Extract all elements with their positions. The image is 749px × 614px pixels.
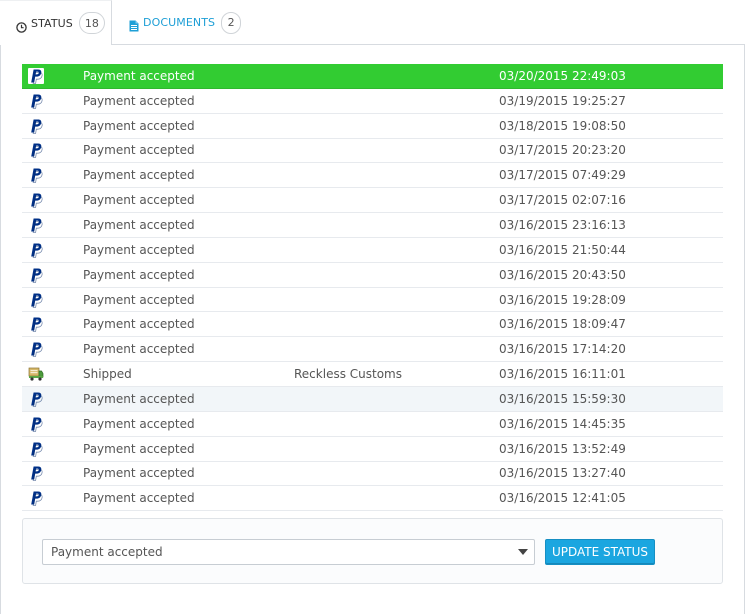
history-status: Payment accepted (83, 317, 195, 332)
paypal-icon (28, 337, 46, 361)
history-row: Payment accepted 03/16/2015 15:59:30 (22, 386, 723, 412)
history-row: Payment accepted 03/19/2015 19:25:27 (22, 89, 723, 114)
chevron-down-icon (518, 549, 528, 555)
history-date: 03/16/2015 14:45:35 (499, 416, 626, 431)
paypal-icon (28, 114, 46, 138)
history-status: Payment accepted (83, 193, 195, 208)
history-date: 03/16/2015 20:43:50 (499, 267, 626, 282)
status-history-table: Payment accepted 03/20/2015 22:49:03 Paym… (22, 64, 723, 512)
tab-documents[interactable]: DOCUMENTS 2 (113, 0, 243, 45)
history-row: Payment accepted 03/16/2015 18:09:47 (22, 312, 723, 338)
history-row: Payment accepted 03/20/2015 22:49:03 (22, 64, 723, 89)
history-status: Payment accepted (83, 217, 195, 232)
history-row: Payment accepted 03/17/2015 07:49:29 (22, 163, 723, 189)
document-icon (129, 17, 139, 31)
history-date: 03/16/2015 13:27:40 (499, 466, 626, 481)
history-status: Payment accepted (83, 342, 195, 357)
tab-documents-label: DOCUMENTS (143, 16, 216, 29)
paypal-icon (28, 263, 46, 287)
paypal-icon (28, 387, 46, 411)
history-status: Payment accepted (83, 68, 195, 83)
history-employee: Reckless Customs (294, 367, 402, 382)
history-status: Payment accepted (83, 143, 195, 158)
status-select-value: Payment accepted (51, 545, 163, 559)
history-date: 03/16/2015 23:16:13 (499, 217, 626, 232)
paypal-icon (28, 462, 46, 486)
history-status: Payment accepted (83, 466, 195, 481)
history-row: Payment accepted 03/17/2015 02:07:16 (22, 188, 723, 214)
history-date: 03/19/2015 19:25:27 (499, 93, 626, 108)
history-row: Payment accepted 03/16/2015 13:27:40 (22, 462, 723, 487)
history-row: Payment accepted 03/16/2015 14:45:35 (22, 412, 723, 437)
history-row: Payment accepted 03/16/2015 19:28:09 (22, 288, 723, 313)
status-count-badge: 18 (78, 12, 105, 34)
paypal-icon (28, 238, 46, 262)
paypal-icon (28, 139, 46, 163)
paypal-icon (28, 64, 46, 88)
history-date: 03/17/2015 02:07:16 (499, 193, 626, 208)
paypal-icon (28, 486, 46, 510)
history-status: Payment accepted (83, 441, 195, 456)
history-status: Payment accepted (83, 242, 195, 257)
history-date: 03/16/2015 15:59:30 (499, 391, 626, 406)
shipping-truck-icon (28, 362, 46, 386)
history-status: Payment accepted (83, 416, 195, 431)
tab-status[interactable]: STATUS 18 (0, 0, 112, 45)
order-status-panel: STATUS 18 DOCUMENTS 2 Payment accepted 0… (0, 0, 745, 614)
history-row: Payment accepted 03/18/2015 19:08:50 (22, 114, 723, 139)
history-status: Payment accepted (83, 292, 195, 307)
history-date: 03/17/2015 07:49:29 (499, 168, 626, 183)
history-row: Payment accepted 03/16/2015 12:41:05 (22, 486, 723, 512)
paypal-icon (28, 163, 46, 187)
history-row: Payment accepted 03/16/2015 21:50:44 (22, 238, 723, 263)
history-status: Payment accepted (83, 491, 195, 506)
status-select[interactable]: Payment accepted (42, 539, 535, 565)
clock-icon (16, 18, 27, 33)
history-date: 03/16/2015 16:11:01 (499, 367, 626, 382)
history-status: Payment accepted (83, 267, 195, 282)
history-status: Payment accepted (83, 118, 195, 133)
paypal-icon (28, 437, 46, 461)
paypal-icon (28, 288, 46, 312)
history-row: Payment accepted 03/16/2015 23:16:13 (22, 213, 723, 238)
tab-bar: STATUS 18 DOCUMENTS 2 (0, 0, 745, 45)
update-status-form: Payment accepted UPDATE STATUS (22, 518, 723, 584)
history-status: Payment accepted (83, 168, 195, 183)
history-date: 03/16/2015 19:28:09 (499, 292, 626, 307)
update-status-button[interactable]: UPDATE STATUS (545, 539, 655, 565)
documents-count-badge: 2 (221, 11, 242, 34)
history-row: Payment accepted 03/16/2015 20:43:50 (22, 263, 723, 288)
paypal-icon (28, 213, 46, 237)
history-row: Payment accepted 03/16/2015 17:14:20 (22, 337, 723, 363)
tab-status-label: STATUS (31, 16, 73, 30)
history-row: Shipped Reckless Customs 03/16/2015 16:11:… (22, 362, 723, 387)
history-date: 03/20/2015 22:49:03 (499, 68, 626, 83)
history-row: Payment accepted 03/16/2015 13:52:49 (22, 437, 723, 462)
history-date: 03/17/2015 20:23:20 (499, 143, 626, 158)
history-date: 03/16/2015 12:41:05 (499, 491, 626, 506)
history-status: Shipped (83, 367, 132, 382)
paypal-icon (28, 89, 46, 113)
history-row: Payment accepted 03/17/2015 20:23:20 (22, 139, 723, 164)
history-date: 03/16/2015 21:50:44 (499, 242, 626, 257)
history-date: 03/16/2015 18:09:47 (499, 317, 626, 332)
history-date: 03/18/2015 19:08:50 (499, 118, 626, 133)
paypal-icon (28, 312, 46, 336)
history-status: Payment accepted (83, 93, 195, 108)
paypal-icon (28, 188, 46, 212)
history-status: Payment accepted (83, 391, 195, 406)
history-date: 03/16/2015 17:14:20 (499, 342, 626, 357)
history-date: 03/16/2015 13:52:49 (499, 441, 626, 456)
paypal-icon (28, 412, 46, 436)
